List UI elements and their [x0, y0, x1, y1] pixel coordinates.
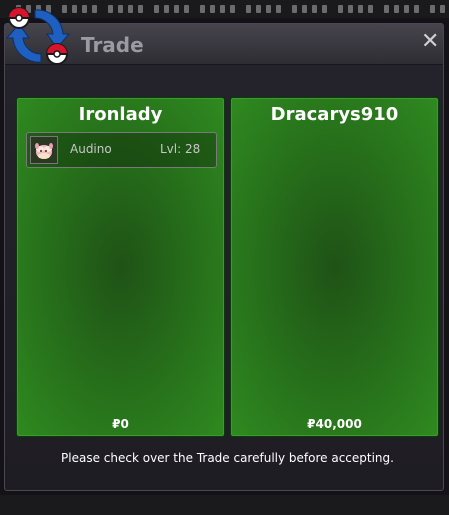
close-icon[interactable]: ✕ — [421, 31, 439, 53]
trade-instruction-text: Please check over the Trade carefully be… — [61, 451, 394, 465]
offer-panel-right: Dracarys910 ₽40,000 — [230, 97, 439, 437]
offer-panel-left: Ironlady Audino Lvl: 28 ₽0 — [16, 97, 225, 437]
money-left: ₽0 — [112, 417, 129, 431]
pokemon-level: Lvl: 28 — [160, 142, 201, 156]
trainer-name-left: Ironlady — [78, 104, 163, 125]
audino-sprite-icon — [30, 136, 58, 164]
bottom-bar — [0, 495, 449, 515]
window-title: Trade — [81, 33, 144, 57]
money-right: ₽40,000 — [307, 417, 362, 431]
trade-window: Trade ✕ Ironlady Audino Lvl: 28 ₽0 Draca… — [4, 23, 444, 491]
pokemon-name: Audino — [70, 142, 112, 156]
trainer-name-right: Dracarys910 — [270, 104, 399, 125]
trade-logo-icon — [5, 4, 71, 68]
pokemon-slot[interactable]: Audino Lvl: 28 — [26, 132, 217, 168]
